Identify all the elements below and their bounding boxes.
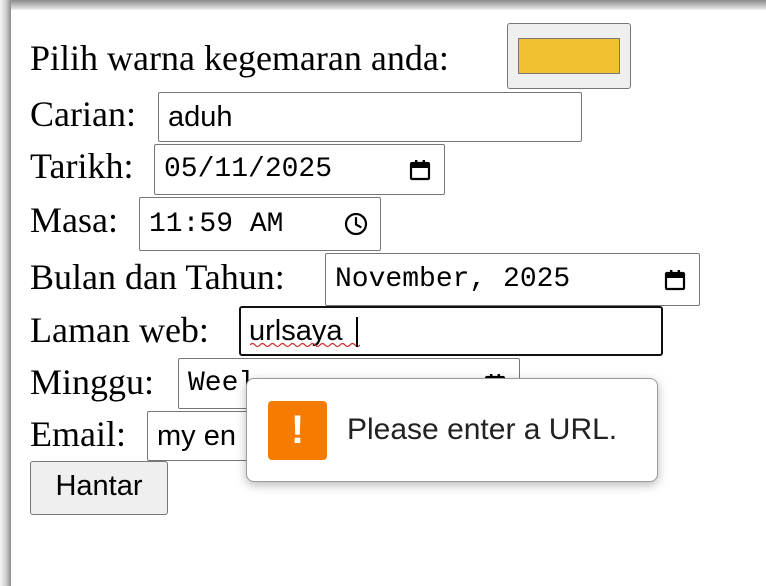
color-swatch [518, 38, 620, 74]
month-input[interactable]: November, 2025 [325, 253, 700, 306]
search-input[interactable]: aduh [158, 92, 582, 142]
email-label: Email: [30, 414, 126, 454]
time-input[interactable]: 11:59 AM [139, 197, 381, 251]
validation-tooltip: ! Please enter a URL. [246, 378, 658, 482]
page-content: Pilih warna kegemaran anda: Carian: aduh… [11, 10, 766, 586]
url-input[interactable]: urlsaya [239, 306, 663, 356]
week-label: Minggu: [30, 362, 155, 402]
spellcheck-underline [250, 342, 360, 348]
date-input[interactable]: 05/11/2025 [154, 144, 445, 195]
calendar-icon[interactable] [408, 158, 432, 182]
search-input-value: aduh [168, 100, 233, 133]
color-picker[interactable] [507, 23, 631, 89]
clock-icon[interactable] [343, 211, 369, 237]
month-input-value: November, 2025 [335, 264, 571, 295]
search-label: Carian: [30, 94, 136, 134]
time-input-value: 11:59 AM [149, 208, 284, 240]
text-cursor [356, 317, 358, 347]
window-frame-left [0, 0, 11, 586]
color-label: Pilih warna kegemaran anda: [30, 38, 449, 78]
submit-button[interactable]: Hantar [30, 461, 168, 515]
date-label: Tarikh: [30, 146, 134, 186]
month-label: Bulan dan Tahun: [30, 257, 285, 297]
url-label: Laman web: [30, 310, 209, 350]
validation-message: Please enter a URL. [347, 413, 618, 446]
date-input-value: 05/11/2025 [164, 154, 333, 185]
calendar-icon[interactable] [663, 268, 687, 292]
email-input-value: my en [157, 419, 236, 452]
warning-icon: ! [268, 401, 327, 460]
time-label: Masa: [30, 200, 118, 240]
window-frame-top [0, 0, 766, 10]
